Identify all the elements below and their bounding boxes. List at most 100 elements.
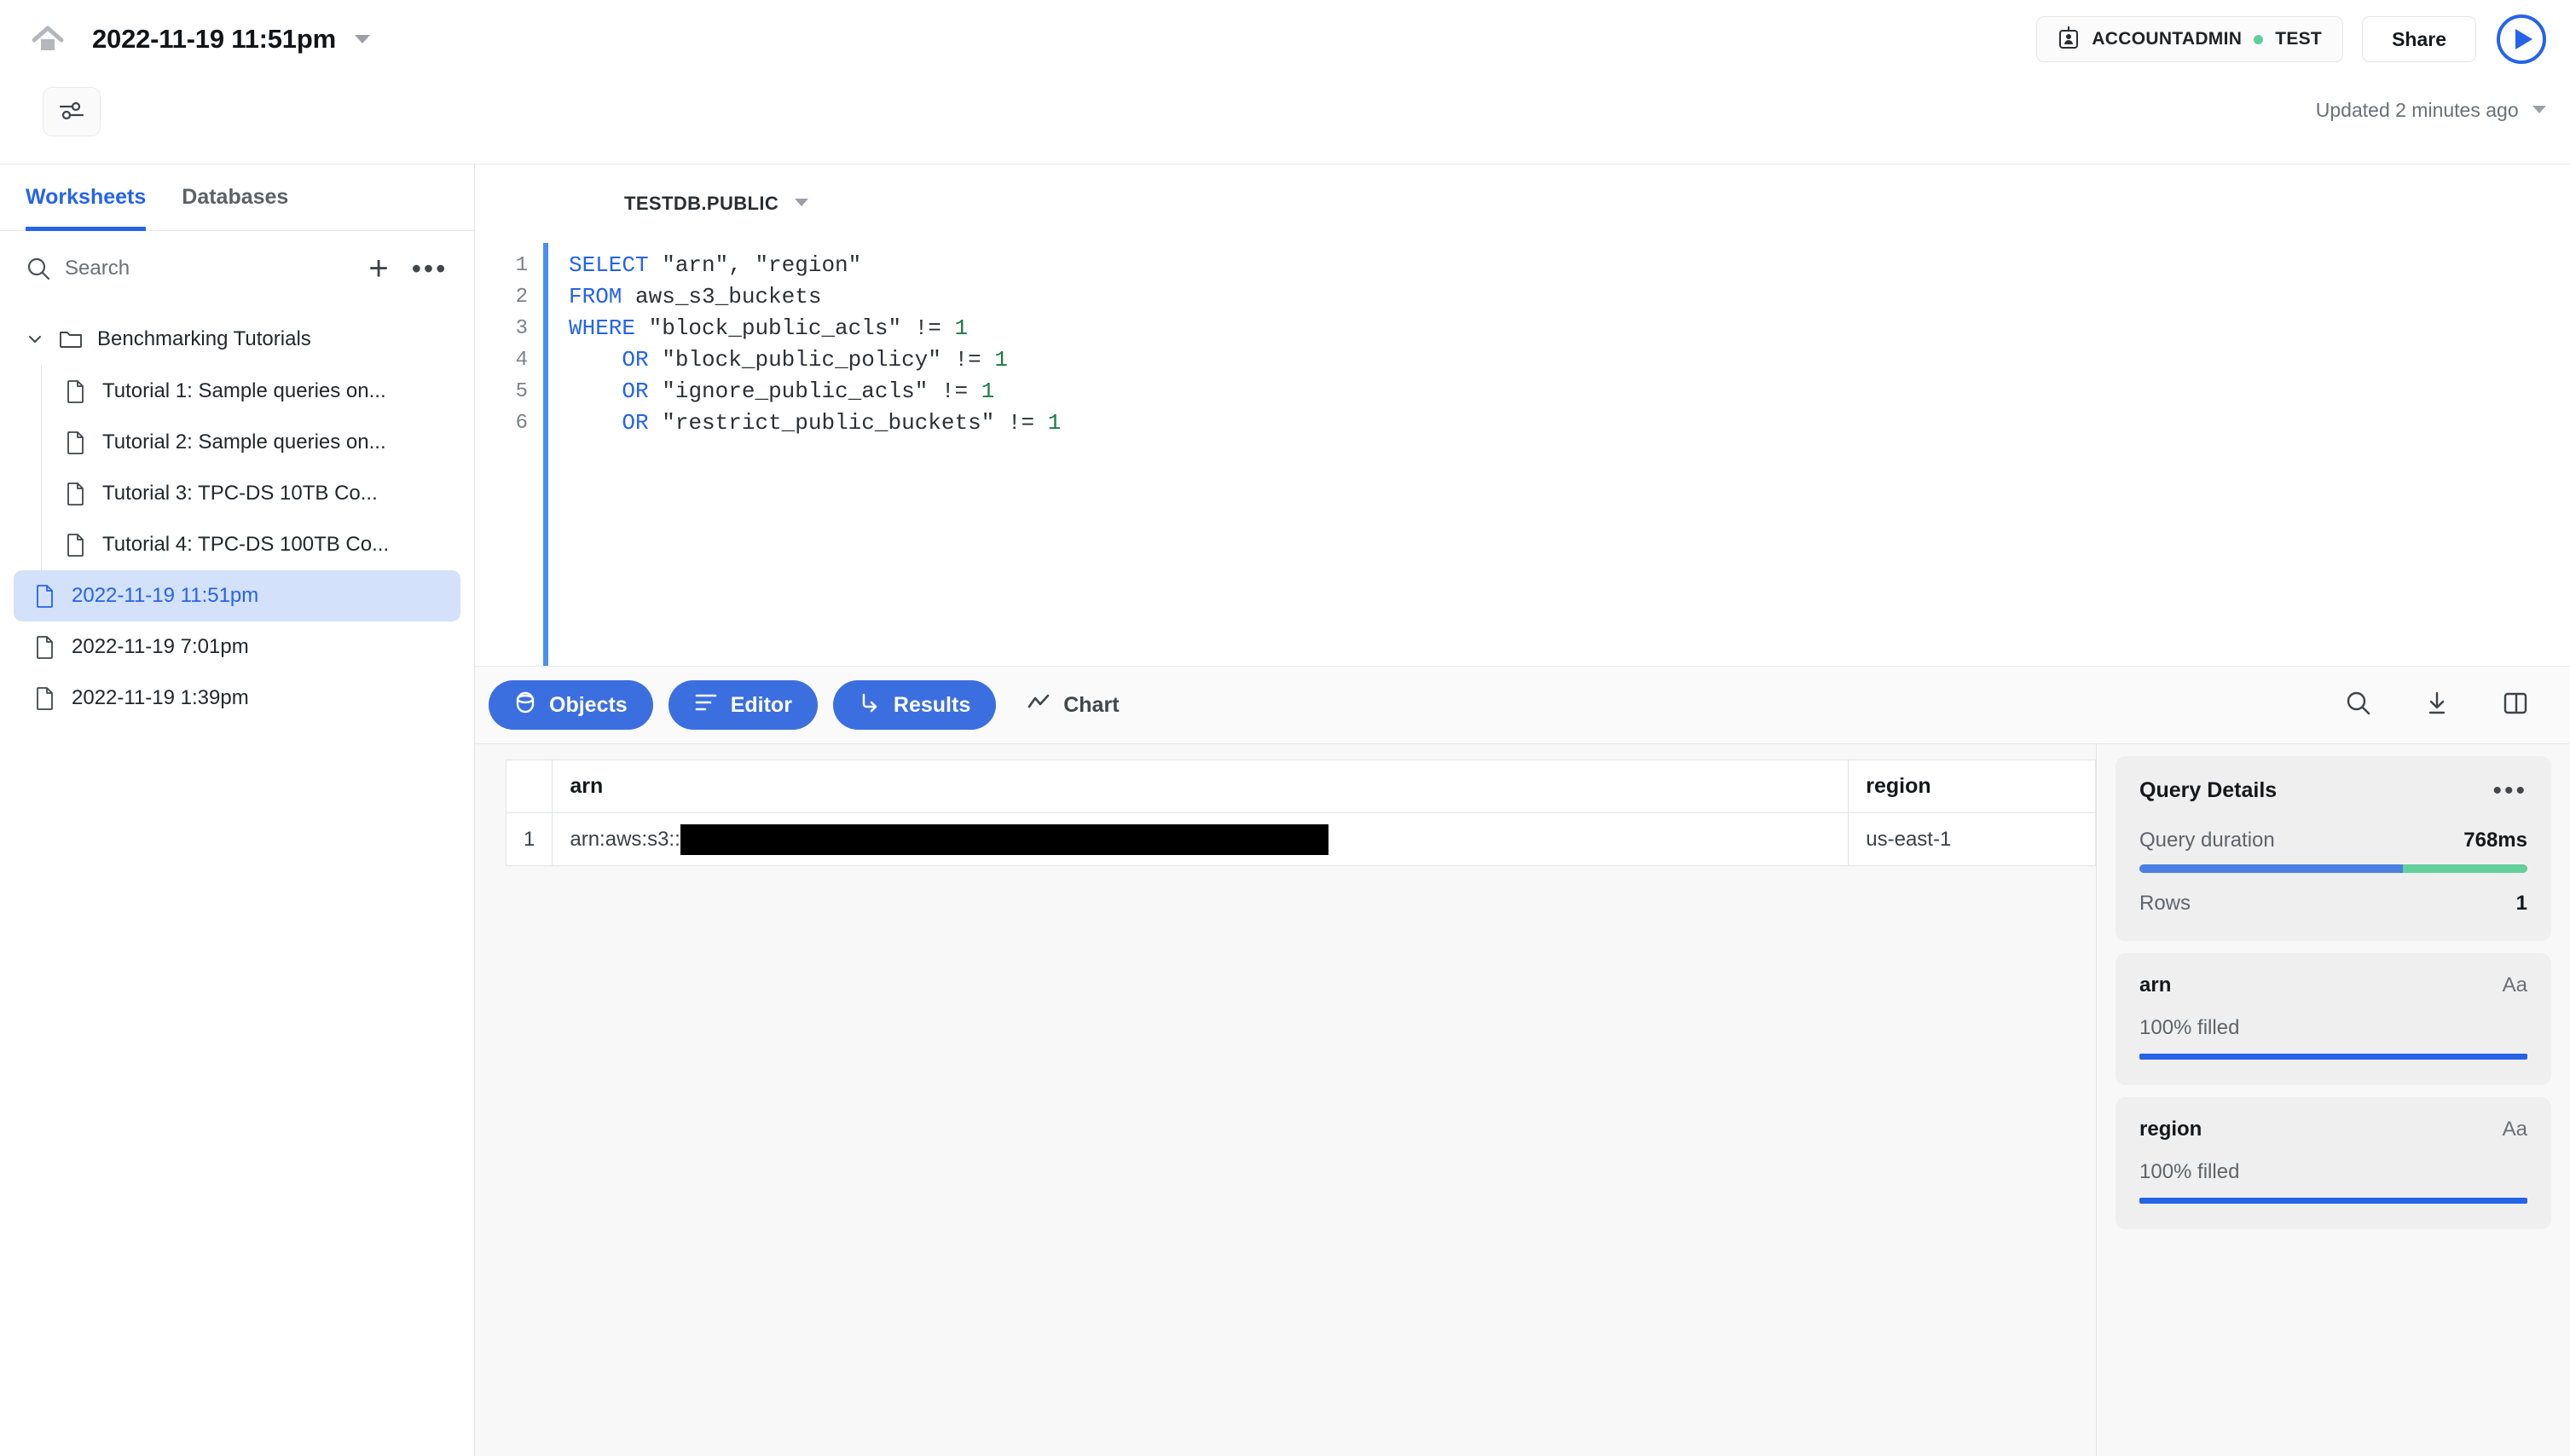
file-icon — [63, 430, 89, 455]
share-button[interactable]: Share — [2362, 16, 2476, 62]
split-panel-icon — [2502, 690, 2529, 720]
ellipsis-icon: ••• — [411, 253, 449, 284]
line-number: 5 — [515, 380, 528, 403]
cell-arn[interactable]: arn:aws:s3:: — [552, 812, 1849, 866]
database-schema-selector[interactable]: TESTDB.PUBLIC — [624, 193, 808, 215]
line-number: 4 — [515, 349, 528, 372]
tree-item-worksheet-2022-11-19-701pm[interactable]: 2022-11-19 7:01pm — [14, 621, 460, 673]
line-number: 6 — [515, 412, 528, 435]
toggle-results[interactable]: Results — [832, 680, 997, 730]
tree-item-tutorial-3[interactable]: Tutorial 3: TPC-DS 10TB Co... — [14, 468, 460, 519]
tree-item-worksheet-2022-11-19-1151pm[interactable]: 2022-11-19 11:51pm — [14, 570, 460, 621]
tree-item-tutorial-2[interactable]: Tutorial 2: Sample queries on... — [14, 417, 460, 468]
tree-item-tutorial-1[interactable]: Tutorial 1: Sample queries on... — [14, 366, 460, 417]
home-icon[interactable] — [29, 20, 67, 58]
duration-segment-execution — [2403, 864, 2527, 873]
toggle-chart-label: Chart — [1063, 692, 1120, 717]
top-bar: 2022-11-19 11:51pm ACCOUNTADMIN TEST Sha… — [0, 0, 2570, 78]
sidebar-search-row: Search + ••• — [0, 231, 474, 306]
cell-arn-content: arn:aws:s3:: — [570, 823, 1831, 855]
worksheet-settings-button[interactable] — [43, 87, 101, 136]
chevron-down-icon[interactable] — [2532, 106, 2546, 113]
role-badge[interactable]: ACCOUNTADMIN TEST — [2036, 16, 2344, 62]
tree-item-label: Tutorial 1: Sample queries on... — [102, 379, 386, 402]
column-stats-fill-bar — [2139, 1198, 2527, 1204]
sql-editor[interactable]: 1 2 3 4 5 6 SELECT "arn", "region" FROM a… — [475, 243, 2570, 666]
column-header-index — [505, 760, 553, 813]
arrow-return-icon — [859, 691, 881, 719]
sidebar-tabs: Worksheets Databases — [0, 165, 474, 231]
sidebar-more-button[interactable]: ••• — [411, 250, 449, 287]
run-query-button[interactable] — [2497, 14, 2546, 64]
tab-databases[interactable]: Databases — [182, 165, 288, 231]
toggle-chart[interactable]: Chart — [1011, 680, 1134, 730]
main-panel: TESTDB.PUBLIC 1 2 3 4 5 6 SELECT "arn", … — [475, 165, 2570, 1456]
results-area: arn region 1 arn:aws:s3:: us-east-1 Quer… — [475, 744, 2570, 1456]
column-stats-fill-text: 100% filled — [2139, 1160, 2240, 1183]
query-duration-label: Query duration — [2139, 829, 2275, 852]
query-duration-value: 768ms — [2463, 829, 2527, 852]
line-number: 2 — [515, 286, 528, 309]
editor-lines-icon — [694, 692, 718, 719]
tree-folder-label: Benchmarking Tutorials — [97, 327, 311, 350]
column-stats-name: arn — [2139, 974, 2172, 997]
column-stats-name: region — [2139, 1118, 2202, 1141]
column-stats-type: Aa — [2502, 974, 2527, 997]
column-stats-type: Aa — [2502, 1118, 2527, 1141]
tree-item-tutorial-4[interactable]: Tutorial 4: TPC-DS 100TB Co... — [14, 519, 460, 570]
query-details-title: Query Details — [2139, 778, 2278, 802]
cell-arn-text: arn:aws:s3:: — [570, 827, 680, 851]
redaction-bar — [680, 823, 1328, 855]
database-icon — [514, 690, 536, 720]
results-grid-wrapper: arn region 1 arn:aws:s3:: us-east-1 — [475, 744, 2096, 1456]
folder-icon — [58, 326, 84, 352]
download-results-button[interactable] — [2413, 681, 2461, 729]
worksheet-tree: Benchmarking Tutorials Tutorial 1: Sampl… — [0, 306, 474, 724]
toggle-side-panel-button[interactable] — [2492, 681, 2539, 729]
cell-region[interactable]: us-east-1 — [1848, 812, 2096, 866]
file-icon — [32, 634, 58, 660]
table-row[interactable]: 1 arn:aws:s3:: us-east-1 — [505, 812, 2096, 866]
toggle-objects[interactable]: Objects — [489, 680, 653, 730]
query-details-header: Query Details ••• — [2139, 777, 2527, 803]
column-header-region[interactable]: region — [1848, 760, 2096, 813]
updated-status[interactable]: Updated 2 minutes ago — [2316, 99, 2546, 122]
sql-code[interactable]: SELECT "arn", "region" FROM aws_s3_bucket… — [543, 243, 2570, 666]
file-icon — [63, 532, 89, 558]
tab-worksheets[interactable]: Worksheets — [26, 165, 146, 231]
column-stats-fill-text: 100% filled — [2139, 1016, 2240, 1039]
results-search-button[interactable] — [2335, 681, 2382, 729]
chevron-down-icon[interactable] — [355, 35, 371, 43]
toggle-editor-label: Editor — [730, 692, 792, 717]
sql-line: OR "restrict_public_buckets" != 1 — [622, 410, 1062, 436]
sql-line: OR "ignore_public_acls" != 1 — [622, 378, 995, 404]
table-header-row: arn region — [505, 760, 2096, 813]
toggle-editor[interactable]: Editor — [668, 680, 818, 730]
plus-icon: + — [368, 250, 389, 287]
tree-children: Tutorial 1: Sample queries on... Tutoria… — [0, 366, 474, 570]
column-header-arn[interactable]: arn — [552, 760, 1849, 813]
query-rows-value: 1 — [2515, 892, 2527, 915]
toggle-results-label: Results — [893, 692, 971, 717]
sql-line: WHERE "block_public_acls" != 1 — [569, 315, 969, 341]
column-stats-header: region Aa — [2139, 1118, 2527, 1141]
search-input[interactable]: Search — [65, 257, 346, 280]
tree-item-worksheet-2022-11-19-139pm[interactable]: 2022-11-19 1:39pm — [14, 673, 460, 724]
chevron-down-icon[interactable] — [794, 199, 808, 206]
chevron-down-icon[interactable] — [26, 330, 44, 349]
column-stats-arn: arn Aa 100% filled — [2116, 953, 2551, 1085]
editor-context-bar: TESTDB.PUBLIC — [475, 165, 2570, 243]
env-label: TEST — [2275, 29, 2323, 49]
updated-status-text: Updated 2 minutes ago — [2315, 99, 2519, 121]
page-title[interactable]: 2022-11-19 11:51pm — [92, 24, 371, 55]
add-worksheet-button[interactable]: + — [360, 250, 397, 287]
sql-line: SELECT "arn", "region" — [569, 252, 862, 278]
ellipsis-icon[interactable]: ••• — [2492, 777, 2527, 803]
role-label: ACCOUNTADMIN — [2092, 29, 2243, 49]
tree-folder-benchmarking-tutorials[interactable]: Benchmarking Tutorials — [0, 313, 474, 366]
share-button-label: Share — [2392, 27, 2446, 50]
tree-item-label: Tutorial 4: TPC-DS 100TB Co... — [102, 533, 390, 556]
line-number: 1 — [515, 254, 528, 277]
column-stats-region: region Aa 100% filled — [2116, 1097, 2551, 1229]
file-icon — [32, 583, 58, 609]
